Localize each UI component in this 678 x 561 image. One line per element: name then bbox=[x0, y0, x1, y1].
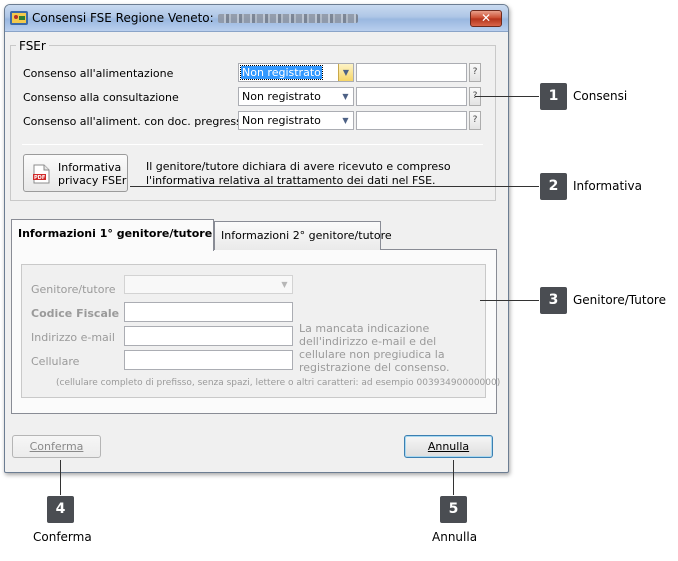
mobile-format-hint: (cellulare completo di prefisso, senza s… bbox=[56, 378, 501, 388]
consent-consult-select[interactable]: Non registrato ▼ bbox=[238, 87, 354, 106]
confirm-label: Conferma bbox=[29, 440, 84, 453]
consent-feed-label: Consenso all'alimentazione bbox=[23, 67, 174, 80]
tab-guardian-1[interactable]: Informazioni 1° genitore/tutore bbox=[11, 219, 214, 251]
consent-feed-help-button[interactable]: ? bbox=[469, 63, 481, 82]
callout-badge-4: 4 bbox=[47, 496, 74, 523]
app-icon bbox=[10, 11, 28, 25]
mobile-input[interactable] bbox=[124, 350, 293, 370]
contact-optional-note: La mancata indicazione dell'indirizzo e-… bbox=[299, 322, 450, 374]
chevron-down-icon[interactable]: ▼ bbox=[338, 88, 353, 105]
callout-label-3: Genitore/Tutore bbox=[573, 293, 666, 307]
privacy-declaration-text: Il genitore/tutore dichiara di avere ric… bbox=[146, 160, 451, 187]
callout-line-4 bbox=[60, 460, 61, 495]
consent-past-docs-label: Consenso all'aliment. con doc. pregressi bbox=[23, 115, 245, 128]
consent-feed-value: Non registrato bbox=[240, 65, 323, 80]
callout-badge-5: 5 bbox=[440, 496, 467, 523]
callout-label-1: Consensi bbox=[573, 89, 628, 103]
callout-badge-3: 3 bbox=[540, 287, 567, 314]
window-title: Consensi FSE Regione Veneto: bbox=[32, 11, 358, 25]
chevron-down-icon: ▼ bbox=[281, 280, 288, 289]
consent-past-docs-select[interactable]: Non registrato ▼ bbox=[238, 111, 354, 130]
divider bbox=[22, 144, 483, 145]
privacy-info-line1: Informativa bbox=[58, 161, 122, 174]
close-button[interactable]: ✕ bbox=[470, 10, 502, 27]
callout-label-2: Informativa bbox=[573, 179, 642, 193]
close-icon: ✕ bbox=[480, 11, 492, 25]
consent-consult-value: Non registrato bbox=[242, 90, 321, 103]
privacy-info-button[interactable]: PDF Informativa privacy FSEr bbox=[23, 154, 128, 192]
privacy-info-label: Informativa privacy FSEr bbox=[58, 161, 126, 187]
consent-consult-label: Consenso alla consultazione bbox=[23, 91, 179, 104]
callout-label-5: Annulla bbox=[432, 530, 478, 544]
cancel-label: Annulla bbox=[427, 440, 470, 453]
consent-consult-date-input[interactable] bbox=[356, 87, 467, 106]
pdf-icon: PDF bbox=[33, 164, 50, 184]
tax-code-label: Codice Fiscale bbox=[31, 307, 120, 320]
consent-past-docs-date-input[interactable] bbox=[356, 111, 467, 130]
guardian-select[interactable]: ▼ bbox=[124, 275, 293, 294]
title-bar: Consensi FSE Regione Veneto: ✕ bbox=[5, 5, 508, 32]
pdf-icon-text: PDF bbox=[34, 175, 45, 181]
consent-past-docs-help-button[interactable]: ? bbox=[469, 111, 481, 130]
privacy-info-line2: privacy FSEr bbox=[58, 174, 127, 187]
callout-line-1 bbox=[475, 96, 539, 97]
consent-feed-date-input[interactable] bbox=[356, 63, 467, 82]
mobile-label: Cellulare bbox=[31, 355, 80, 368]
confirm-button[interactable]: Conferma bbox=[12, 435, 101, 458]
callout-line-3 bbox=[480, 300, 539, 301]
consent-past-docs-value: Non registrato bbox=[242, 114, 321, 127]
email-input[interactable] bbox=[124, 326, 293, 346]
callout-line-5 bbox=[453, 460, 454, 495]
cancel-button[interactable]: Annulla bbox=[404, 435, 493, 458]
callout-badge-1: 1 bbox=[540, 83, 567, 110]
chevron-down-icon[interactable]: ▼ bbox=[338, 112, 353, 129]
tax-code-input[interactable] bbox=[124, 302, 293, 322]
consent-feed-select[interactable]: Non registrato ▼ bbox=[238, 63, 354, 82]
guardian-label: Genitore/tutore bbox=[31, 283, 116, 296]
callout-line-2 bbox=[130, 186, 539, 187]
callout-label-4: Conferma bbox=[33, 530, 92, 544]
callout-badge-2: 2 bbox=[540, 173, 567, 200]
tab-guardian-2[interactable]: Informazioni 2° genitore/tutore bbox=[214, 221, 392, 250]
email-label: Indirizzo e-mail bbox=[31, 331, 115, 344]
patient-name-redacted bbox=[217, 14, 358, 23]
fser-legend: FSEr bbox=[16, 39, 49, 53]
chevron-down-icon[interactable]: ▼ bbox=[338, 64, 353, 81]
